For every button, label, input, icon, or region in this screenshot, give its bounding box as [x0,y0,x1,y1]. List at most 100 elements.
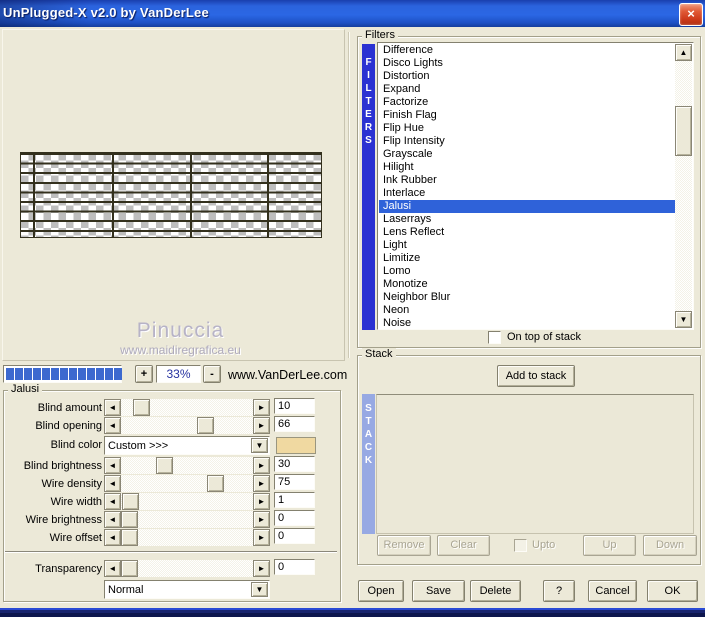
slider-left-arrow-icon[interactable]: ◄ [104,560,121,577]
blind-color-dropdown[interactable]: Custom >>> ▼ [104,436,270,455]
scroll-thumb[interactable] [675,106,692,156]
slider-right-arrow-icon[interactable]: ► [253,399,270,416]
filter-list-item[interactable]: Finish Flag [379,109,677,122]
value-field[interactable]: 0 [274,528,315,544]
scroll-track[interactable] [675,61,692,311]
save-button[interactable]: Save [412,580,465,602]
slider-left-arrow-icon[interactable]: ◄ [104,493,121,510]
slider-thumb[interactable] [121,529,138,546]
slider-thumb[interactable] [121,560,138,577]
param-slider[interactable]: ◄ ► [104,493,270,510]
ok-button[interactable]: OK [647,580,698,602]
watermark-url: www.maidiregrafica.eu [120,343,241,357]
on-top-of-stack-checkbox[interactable] [488,331,501,344]
filter-list-item[interactable]: Ink Rubber [379,174,677,187]
zoom-level[interactable]: 33% [156,365,201,383]
filter-list-item[interactable]: Disco Lights [379,57,677,70]
open-button[interactable]: Open [358,580,404,602]
slider-thumb[interactable] [197,417,214,434]
slider-left-arrow-icon[interactable]: ◄ [104,529,121,546]
value-field[interactable]: 66 [274,416,315,432]
zoom-in-button[interactable]: + [135,365,153,383]
preview-image[interactable] [20,152,322,238]
dropdown-arrow-icon[interactable]: ▼ [251,438,268,453]
filter-list-item[interactable]: Noise [379,317,677,328]
param-slider[interactable]: ◄ ► [104,399,270,416]
scroll-up-icon[interactable]: ▲ [675,44,692,61]
slider-thumb[interactable] [133,399,150,416]
param-slider[interactable]: ◄ ► [104,417,270,434]
slider-right-arrow-icon[interactable]: ► [253,560,270,577]
slider-track[interactable] [121,529,253,546]
color-swatch[interactable] [276,437,316,454]
slider-thumb[interactable] [207,475,224,492]
filter-list-item[interactable]: Light [379,239,677,252]
dropdown-arrow-icon[interactable]: ▼ [251,582,268,597]
slider-track[interactable] [121,475,253,492]
slider-track[interactable] [121,560,253,577]
scroll-down-icon[interactable]: ▼ [675,311,692,328]
filter-list-item[interactable]: Lens Reflect [379,226,677,239]
wire-line [112,153,114,237]
slider-right-arrow-icon[interactable]: ► [253,417,270,434]
slider-track[interactable] [121,493,253,510]
help-button[interactable]: ? [543,580,575,602]
remove-button: Remove [377,535,431,556]
value-field[interactable]: 30 [274,456,315,472]
filter-list-item[interactable]: Flip Intensity [379,135,677,148]
progress-segment [96,368,104,380]
filter-list-item[interactable]: Distortion [379,70,677,83]
value-field[interactable]: 0 [274,559,315,575]
zoom-out-button[interactable]: - [203,365,221,383]
slider-right-arrow-icon[interactable]: ► [253,457,270,474]
slider-track[interactable] [121,511,253,528]
filter-list-item[interactable]: Neon [379,304,677,317]
param-slider[interactable]: ◄ ► [104,475,270,492]
slider-left-arrow-icon[interactable]: ◄ [104,417,121,434]
filter-list-item[interactable]: Interlace [379,187,677,200]
filter-list-item[interactable]: Limitize [379,252,677,265]
value-field[interactable]: 75 [274,474,315,490]
filter-list-scrollbar[interactable]: ▲ ▼ [675,44,692,328]
close-button[interactable]: × [679,3,703,26]
filter-list-item[interactable]: Flip Hue [379,122,677,135]
slider-track[interactable] [121,457,253,474]
delete-button[interactable]: Delete [470,580,521,602]
value-field[interactable]: 10 [274,398,315,414]
slider-thumb[interactable] [122,493,139,510]
filter-list-item[interactable]: Hilight [379,161,677,174]
slider-track[interactable] [121,417,253,434]
slider-left-arrow-icon[interactable]: ◄ [104,399,121,416]
filter-list-item[interactable]: Factorize [379,96,677,109]
filter-list-item[interactable]: Lomo [379,265,677,278]
slider-thumb[interactable] [156,457,173,474]
filter-list-item[interactable]: Monotize [379,278,677,291]
add-to-stack-button[interactable]: Add to stack [497,365,575,387]
blend-mode-dropdown[interactable]: Normal ▼ [104,580,270,599]
filter-list-item[interactable]: Jalusi [379,200,677,213]
slider-right-arrow-icon[interactable]: ► [253,475,270,492]
param-slider[interactable]: ◄ ► [104,529,270,546]
filter-list-item[interactable]: Laserrays [379,213,677,226]
filter-list-item[interactable]: Neighbor Blur [379,291,677,304]
param-slider[interactable]: ◄ ► [104,457,270,474]
slider-left-arrow-icon[interactable]: ◄ [104,511,121,528]
slider-right-arrow-icon[interactable]: ► [253,511,270,528]
slider-thumb[interactable] [121,511,138,528]
slider-left-arrow-icon[interactable]: ◄ [104,475,121,492]
stack-sidebar-letter: C [364,442,373,453]
title-bar[interactable]: UnPlugged-X v2.0 by VanDerLee × [0,0,705,27]
cancel-button[interactable]: Cancel [588,580,637,602]
filter-list-item[interactable]: Grayscale [379,148,677,161]
param-slider[interactable]: ◄ ► [104,560,270,577]
value-field[interactable]: 1 [274,492,315,508]
slider-right-arrow-icon[interactable]: ► [253,529,270,546]
slider-left-arrow-icon[interactable]: ◄ [104,457,121,474]
stack-list[interactable] [376,394,694,534]
window-title: UnPlugged-X v2.0 by VanDerLee [3,5,209,20]
value-field[interactable]: 0 [274,510,315,526]
slider-right-arrow-icon[interactable]: ► [253,493,270,510]
param-slider[interactable]: ◄ ► [104,511,270,528]
filter-list-item[interactable]: Expand [379,83,677,96]
filter-list-item[interactable]: Difference [379,44,677,57]
